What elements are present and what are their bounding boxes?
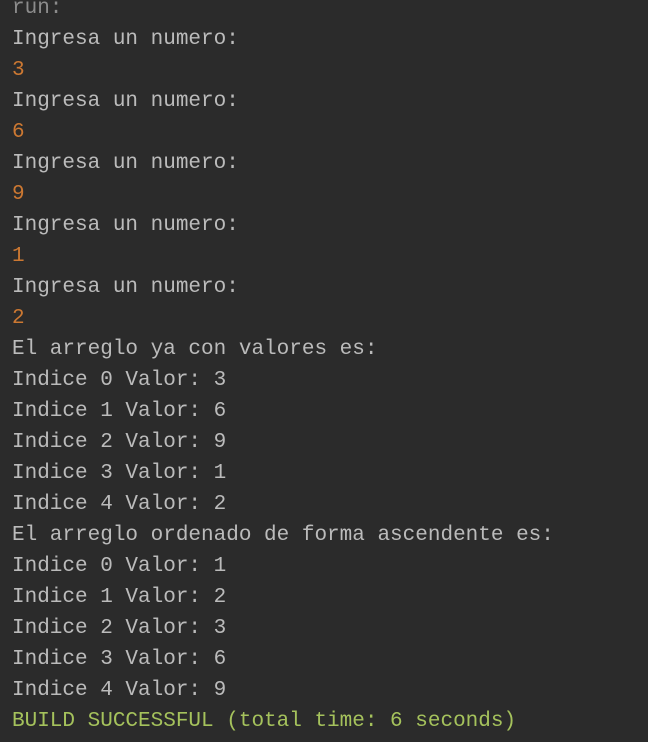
console-prompt-line: Ingresa un numero: xyxy=(12,90,239,113)
console-output-line: El arreglo ya con valores es: xyxy=(12,338,378,361)
console-output-line: Indice 4 Valor: 9 xyxy=(12,679,227,702)
console-output-line: Indice 0 Valor: 3 xyxy=(12,369,227,392)
console-output-line: Indice 2 Valor: 9 xyxy=(12,431,227,454)
console-output-line: Indice 1 Valor: 6 xyxy=(12,400,227,423)
console-prompt-line: Ingresa un numero: xyxy=(12,276,239,299)
console-output-line: Indice 1 Valor: 2 xyxy=(12,586,227,609)
output-console[interactable]: run: Ingresa un numero: 3 Ingresa un num… xyxy=(0,0,648,742)
console-prompt-line: Ingresa un numero: xyxy=(12,152,239,175)
console-input-line: 3 xyxy=(12,59,25,82)
console-input-line: 6 xyxy=(12,121,25,144)
console-output-line: Indice 2 Valor: 3 xyxy=(12,617,227,640)
console-input-line: 1 xyxy=(12,245,25,268)
console-output-lines: run: Ingresa un numero: 3 Ingresa un num… xyxy=(12,0,554,737)
console-input-line: 9 xyxy=(12,183,25,206)
console-output-line: Indice 4 Valor: 2 xyxy=(12,493,227,516)
console-prompt-line: Ingresa un numero: xyxy=(12,214,239,237)
console-output-line: Indice 3 Valor: 1 xyxy=(12,462,227,485)
console-prompt-line: Ingresa un numero: xyxy=(12,28,239,51)
console-output-line: Indice 0 Valor: 1 xyxy=(12,555,227,578)
build-status-line: BUILD SUCCESSFUL (total time: 6 seconds) xyxy=(12,710,517,733)
run-header-line: run: xyxy=(12,0,63,20)
console-output-line: El arreglo ordenado de forma ascendente … xyxy=(12,524,554,547)
console-input-line: 2 xyxy=(12,307,25,330)
console-output-line: Indice 3 Valor: 6 xyxy=(12,648,227,671)
